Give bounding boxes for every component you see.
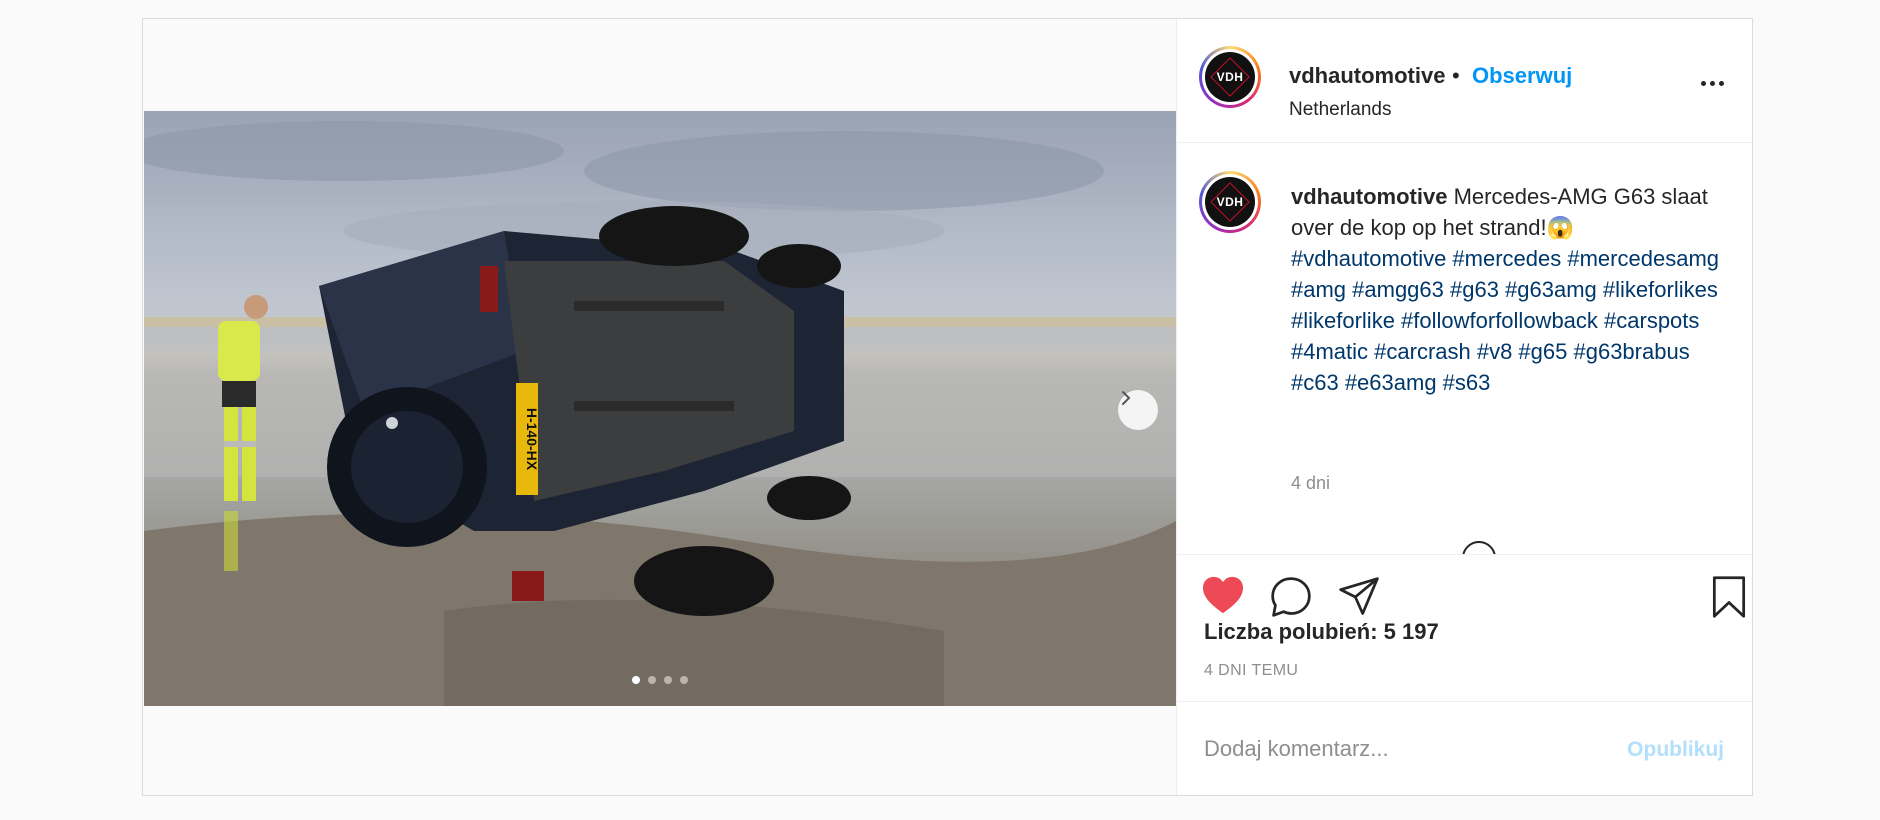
comment-input[interactable] — [1204, 732, 1604, 766]
media-area: H-140-HX — [143, 19, 1176, 795]
caption: vdhautomotive Mercedes-AMG G63 slaat ove… — [1291, 181, 1721, 398]
save-button[interactable] — [1709, 575, 1749, 624]
avatar-text: VDH — [1216, 70, 1244, 84]
carousel-indicator — [144, 676, 1176, 684]
post-photo[interactable]: H-140-HX — [144, 111, 1176, 706]
photo-illustration: H-140-HX — [144, 121, 1176, 706]
next-comment-peek — [1462, 541, 1496, 554]
carousel-dot — [664, 676, 672, 684]
carousel-dot — [632, 676, 640, 684]
comment-button[interactable] — [1269, 575, 1313, 624]
bookmark-icon — [1712, 576, 1746, 618]
license-plate-text: H-140-HX — [524, 408, 540, 471]
follow-button[interactable]: Obserwuj — [1472, 63, 1572, 89]
post-sidebar: VDH vdhautomotive • Obserwuj Netherlands… — [1176, 19, 1752, 795]
avatar-text: VDH — [1216, 195, 1244, 209]
like-button[interactable] — [1201, 575, 1245, 620]
share-button[interactable] — [1337, 575, 1381, 624]
caption-time: 4 dni — [1291, 473, 1331, 493]
post-card: H-140-HX VDH vdhautomotive • Obserwuj Ne… — [142, 18, 1753, 796]
header-username[interactable]: vdhautomotive — [1289, 63, 1445, 89]
likes-count[interactable]: Liczba polubień: 5 197 — [1204, 619, 1439, 645]
chevron-right-icon — [1122, 391, 1131, 405]
post-header: VDH vdhautomotive • Obserwuj Netherlands — [1177, 19, 1752, 143]
caption-username[interactable]: vdhautomotive — [1291, 184, 1447, 209]
publish-button[interactable]: Opublikuj — [1627, 738, 1724, 762]
carousel-dot — [680, 676, 688, 684]
caption-area[interactable]: VDH vdhautomotive Mercedes-AMG G63 slaat… — [1177, 143, 1752, 555]
action-bar — [1177, 555, 1752, 618]
next-photo-button[interactable] — [1118, 390, 1158, 430]
caption-avatar[interactable]: VDH — [1199, 171, 1261, 233]
location-link[interactable]: Netherlands — [1289, 99, 1391, 121]
carousel-dot — [648, 676, 656, 684]
caption-hashtags[interactable]: #vdhautomotive #mercedes #mercedesamg #a… — [1291, 246, 1719, 395]
share-icon — [1339, 577, 1379, 615]
follow-separator: • — [1452, 63, 1460, 88]
post-timestamp[interactable]: 4 DNI TEMU — [1204, 662, 1298, 680]
heart-icon — [1203, 576, 1243, 614]
comment-bar: Opublikuj — [1177, 701, 1752, 795]
more-icon[interactable] — [1701, 81, 1724, 86]
avatar[interactable]: VDH — [1199, 46, 1261, 108]
comment-icon — [1271, 577, 1311, 617]
